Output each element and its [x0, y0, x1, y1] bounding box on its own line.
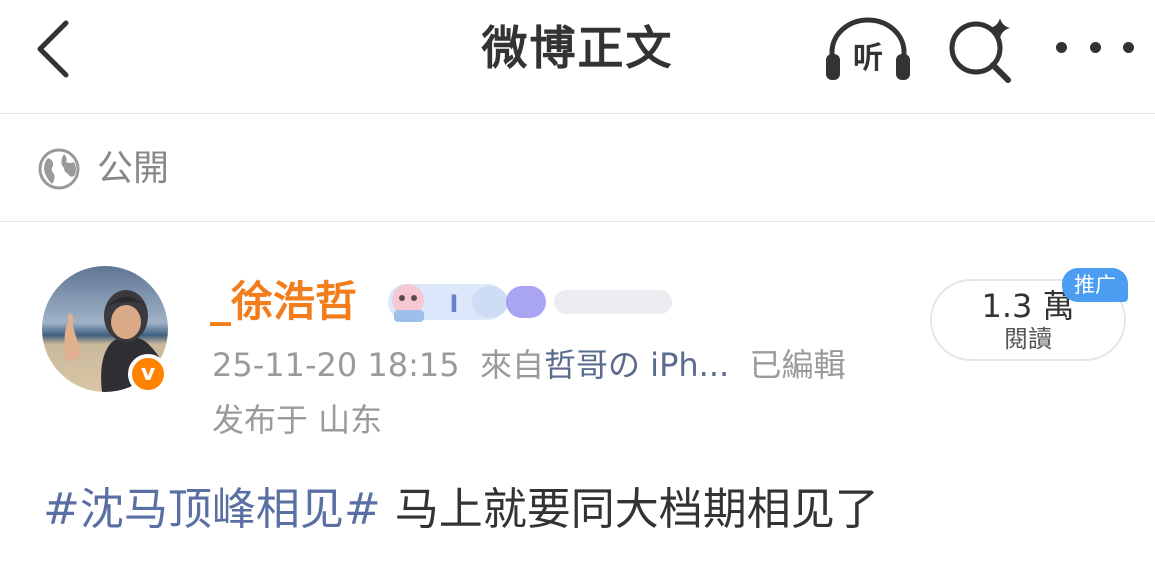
more-dot-icon — [1123, 41, 1134, 53]
svg-text:I: I — [450, 290, 459, 318]
visibility-label: 公開 — [97, 148, 170, 189]
device-source-link[interactable]: 哲哥の iPh... — [544, 346, 729, 384]
headphones-icon: 听 — [826, 17, 910, 80]
username-link[interactable]: _徐浩哲 — [210, 276, 357, 328]
search-button[interactable] — [944, 12, 1016, 84]
listen-label: 听 — [853, 41, 883, 76]
source-prefix: 來自 — [479, 346, 544, 384]
fan-badge-icon[interactable]: I — [386, 278, 676, 326]
post-body-text: 马上就要同大档期相见了 — [380, 484, 879, 535]
post-location: 发布于 山东 — [212, 401, 383, 439]
topic-hashtag-link[interactable]: #沈马顶峰相见# — [43, 484, 381, 535]
visibility-row: 公開 — [0, 114, 1155, 222]
more-dot-icon — [1089, 41, 1101, 53]
more-options-button[interactable] — [1056, 22, 1134, 72]
promote-tag[interactable]: 推广 — [1062, 268, 1128, 302]
verified-badge-icon: v — [128, 354, 168, 394]
post-content: #沈马顶峰相见# 马上就要同大档期相见了 — [43, 482, 879, 538]
edited-label[interactable]: 已編輯 — [750, 346, 846, 384]
post-timestamp: 25-11-20 18:15 — [212, 346, 460, 384]
search-icon — [949, 18, 1011, 83]
top-nav-bar: 微博正文 听 — [0, 0, 1155, 114]
listen-button[interactable]: 听 — [822, 12, 914, 84]
globe-icon — [38, 148, 80, 190]
post-meta: 25-11-20 18:15 來自哲哥の iPh... 已編輯 — [212, 343, 846, 387]
read-label: 閱讀 — [1004, 325, 1052, 353]
weibo-post-page: 微博正文 听 公開 v _徐浩哲 I 25-11-20 18:15 來自哲哥の … — [0, 0, 1155, 586]
more-dot-icon — [1056, 41, 1067, 53]
